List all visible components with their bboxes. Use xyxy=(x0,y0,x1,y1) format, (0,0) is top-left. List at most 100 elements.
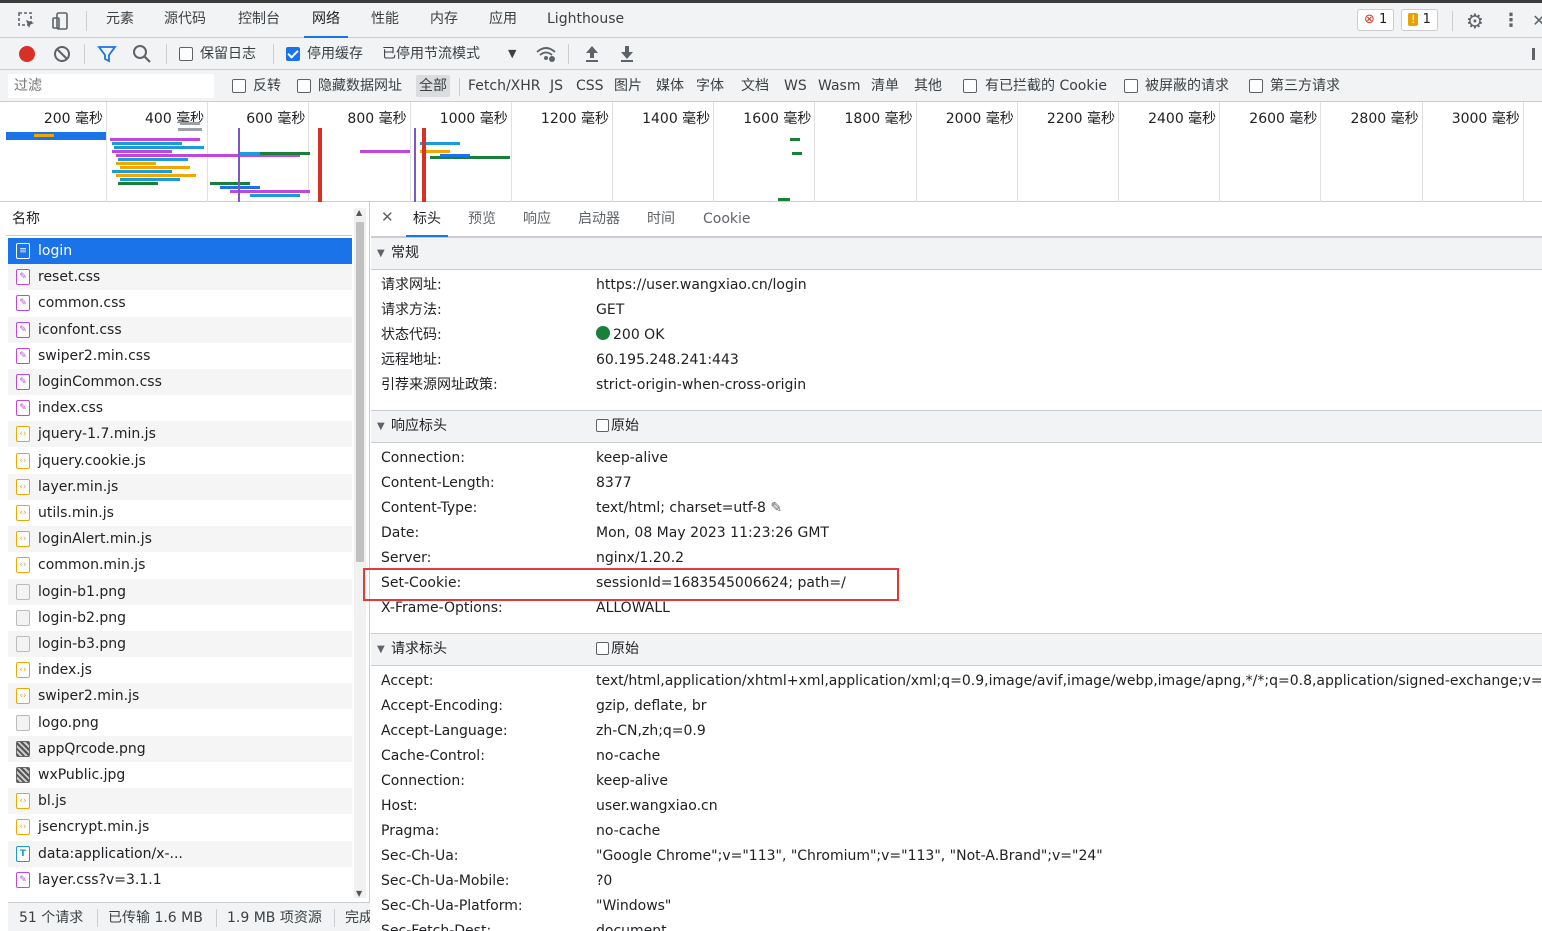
network-conditions-icon[interactable] xyxy=(535,43,557,65)
import-har-icon[interactable] xyxy=(581,43,603,65)
third-party-label[interactable]: 第三方请求 xyxy=(1267,75,1343,97)
filter-type-3[interactable]: CSS xyxy=(573,75,607,97)
header-value[interactable]: user.wangxiao.cn xyxy=(596,794,718,819)
tab-4[interactable]: 性能 xyxy=(363,3,407,38)
third-party-checkbox[interactable] xyxy=(1249,79,1263,93)
header-value[interactable]: keep-alive xyxy=(596,446,668,471)
detail-tab-0[interactable]: 标头 xyxy=(406,202,448,237)
preserve-log-checkbox[interactable] xyxy=(179,47,193,61)
request-list-scrollbar[interactable]: ▲ ▼ xyxy=(354,208,366,898)
header-value[interactable]: keep-alive xyxy=(596,769,668,794)
request-row[interactable]: login-b3.png xyxy=(8,631,352,657)
header-value[interactable]: 200 OK xyxy=(596,323,664,348)
blocked-requests-checkbox[interactable] xyxy=(1124,79,1138,93)
request-row[interactable]: ‹› layer.min.js xyxy=(8,473,352,500)
header-value[interactable]: Mon, 08 May 2023 11:23:26 GMT xyxy=(596,521,829,546)
filter-type-4[interactable]: 图片 xyxy=(611,75,645,97)
header-value[interactable]: gzip, deflate, br xyxy=(596,694,706,719)
header-value[interactable]: text/html; charset=utf-8 ✎ xyxy=(596,496,782,521)
edit-pencil-icon[interactable]: ✎ xyxy=(766,500,782,516)
request-row[interactable]: login-b1.png xyxy=(8,578,352,605)
request-row[interactable]: Tdata:application/x-... xyxy=(8,840,352,867)
request-row[interactable]: ‹› bl.js xyxy=(8,788,352,815)
close-devtools-icon[interactable]: ✕ xyxy=(1528,10,1542,32)
request-row[interactable]: ‹› jquery.cookie.js xyxy=(8,448,352,474)
request-row[interactable]: ‹› index.js xyxy=(8,657,352,683)
search-icon[interactable] xyxy=(131,43,153,65)
request-row[interactable]: ✎ layer.css?v=3.1.1 xyxy=(8,867,352,893)
header-value[interactable]: GET xyxy=(596,298,624,323)
request-row[interactable]: ‹› utils.min.js xyxy=(8,500,352,526)
request-headers-section-header[interactable]: ▼ 请求标头 原始 xyxy=(371,633,1542,666)
detail-tab-3[interactable]: 启动器 xyxy=(571,202,627,237)
filter-type-10[interactable]: 清单 xyxy=(868,75,902,97)
tab-5[interactable]: 内存 xyxy=(422,3,466,38)
blocked-cookies-label[interactable]: 有已拦截的 Cookie xyxy=(982,75,1110,97)
error-badge[interactable]: ⊗ 1 xyxy=(1357,9,1395,31)
tab-3[interactable]: 网络 xyxy=(304,3,348,38)
filter-type-5[interactable]: 媒体 xyxy=(653,75,687,97)
request-row[interactable]: wxPublic.jpg xyxy=(8,762,352,788)
header-value[interactable]: no-cache xyxy=(596,744,660,769)
filter-icon[interactable] xyxy=(96,43,118,65)
scrollbar-thumb[interactable] xyxy=(356,222,364,562)
detail-tab-1[interactable]: 预览 xyxy=(461,202,503,237)
filter-type-11[interactable]: 其他 xyxy=(911,75,945,97)
blocked-requests-label[interactable]: 被屏蔽的请求 xyxy=(1142,75,1232,97)
invert-checkbox[interactable] xyxy=(232,79,246,93)
header-value[interactable]: text/html,application/xhtml+xml,applicat… xyxy=(596,669,1542,694)
scroll-down-icon[interactable]: ▼ xyxy=(356,889,362,898)
response-raw-toggle[interactable]: 原始 xyxy=(596,411,639,442)
hide-data-urls-label[interactable]: 隐藏数据网址 xyxy=(315,75,405,97)
name-column-header[interactable]: 名称 xyxy=(6,202,352,236)
record-icon[interactable] xyxy=(16,43,38,65)
warning-badge[interactable]: ! 1 xyxy=(1401,9,1438,31)
filter-type-7[interactable]: 文档 xyxy=(738,75,772,97)
network-overview[interactable]: 200 毫秒 400 毫秒 600 毫秒 800 毫秒 1000 毫秒 1200 毫秒 14… xyxy=(0,102,1542,202)
request-row[interactable]: ‹› jsencrypt.min.js xyxy=(8,814,352,840)
header-value[interactable]: strict-origin-when-cross-origin xyxy=(596,373,806,398)
request-row[interactable]: ‹› loginAlert.min.js xyxy=(8,526,352,553)
request-row[interactable]: ‹› jquery-1.7.min.js xyxy=(8,421,352,448)
raw-checkbox[interactable] xyxy=(596,419,609,432)
hide-data-urls-checkbox[interactable] xyxy=(297,79,311,93)
clear-icon[interactable] xyxy=(51,43,73,65)
detail-tab-5[interactable]: Cookie xyxy=(696,202,758,237)
close-detail-icon[interactable]: ✕ xyxy=(381,208,394,226)
export-har-icon[interactable] xyxy=(616,43,638,65)
scroll-up-icon[interactable]: ▲ xyxy=(356,208,362,217)
raw-checkbox[interactable] xyxy=(596,642,609,655)
filter-type-6[interactable]: 字体 xyxy=(693,75,727,97)
header-value[interactable]: "Windows" xyxy=(596,894,671,919)
request-row[interactable]: logo.png xyxy=(8,710,352,736)
request-row[interactable]: ≡ login xyxy=(8,238,352,264)
general-section-header[interactable]: ▼ 常规 xyxy=(371,237,1542,270)
preserve-log-label[interactable]: 保留日志 xyxy=(200,38,256,70)
filter-type-9[interactable]: Wasm xyxy=(815,75,863,97)
request-row[interactable]: ✎ iconfont.css xyxy=(8,316,352,343)
request-row[interactable]: ✎ index.css xyxy=(8,395,352,421)
invert-label[interactable]: 反转 xyxy=(250,75,284,97)
filter-type-1[interactable]: Fetch/XHR xyxy=(465,75,544,97)
tab-6[interactable]: 应用 xyxy=(481,3,525,38)
header-value[interactable]: https://user.wangxiao.cn/login xyxy=(596,273,807,298)
chevron-down-icon[interactable]: ▼ xyxy=(508,38,516,70)
filter-type-2[interactable]: JS xyxy=(547,75,566,97)
more-options-icon[interactable]: ⋮ xyxy=(1500,10,1522,32)
tab-1[interactable]: 源代码 xyxy=(156,3,214,38)
header-value[interactable]: zh-CN,zh;q=0.9 xyxy=(596,719,706,744)
device-toolbar-icon[interactable] xyxy=(50,10,72,32)
header-value[interactable]: 8377 xyxy=(596,471,632,496)
detail-tab-4[interactable]: 时间 xyxy=(640,202,682,237)
request-raw-toggle[interactable]: 原始 xyxy=(596,634,639,665)
inspect-element-icon[interactable] xyxy=(16,10,38,32)
settings-gear-icon[interactable]: ⚙ xyxy=(1464,10,1486,32)
blocked-cookies-checkbox[interactable] xyxy=(963,79,977,93)
request-row[interactable]: ✎ loginCommon.css xyxy=(8,369,352,395)
request-row[interactable]: appQrcode.png xyxy=(8,735,352,762)
network-settings-gear-icon[interactable] xyxy=(1524,43,1542,65)
request-row[interactable]: ✎ swiper2.min.css xyxy=(8,343,352,369)
header-value[interactable]: document xyxy=(596,919,667,931)
tab-2[interactable]: 控制台 xyxy=(230,3,288,38)
tab-0[interactable]: 元素 xyxy=(98,3,142,38)
